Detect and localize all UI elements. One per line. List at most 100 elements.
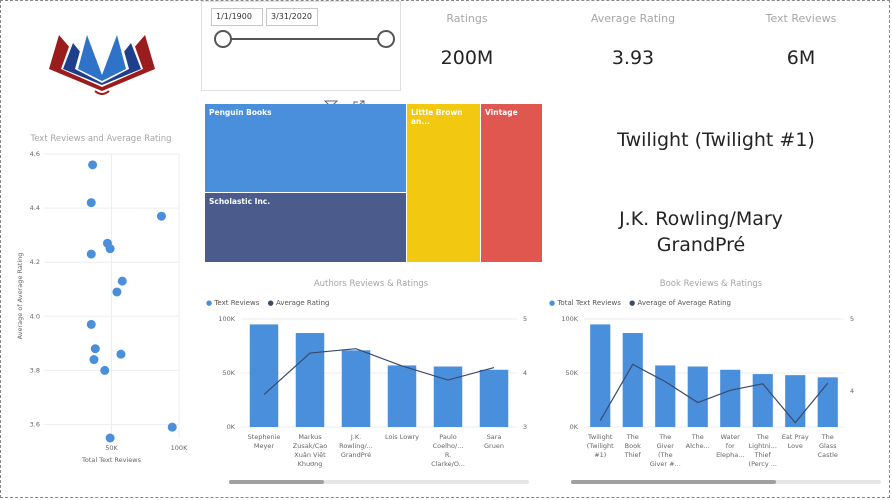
scatter-point	[105, 244, 115, 254]
y-left-tick: 50K	[565, 369, 578, 377]
legend-series-line: Average Rating	[275, 299, 330, 307]
scatter-point	[117, 276, 127, 286]
treemap-tile-label: Penguin Books	[209, 108, 272, 117]
date-range-track[interactable]	[222, 38, 386, 40]
chart-bar	[720, 369, 741, 427]
chart-bar	[341, 350, 371, 427]
kpi-ratings-value: 200M	[440, 47, 494, 69]
scatter-point	[90, 344, 100, 354]
scatter-point	[156, 211, 166, 221]
chart-bar	[387, 365, 417, 427]
chart-bar	[687, 366, 708, 427]
scatter-x-tick: 100K	[171, 444, 188, 452]
x-category-tick: Paulo Coelho/... R. Clarke/O...	[431, 433, 465, 468]
scatter-point	[112, 287, 122, 297]
scatter-x-axis-title: Total Text Reviews	[81, 456, 142, 464]
legend-series-line: Average of Average Rating	[637, 299, 731, 307]
top-author-name: J.K. Rowling/Mary GrandPré	[619, 208, 783, 256]
y-right-tick: 5	[850, 315, 854, 323]
scatter-point	[116, 349, 126, 359]
scatter-x-tick: 50K	[105, 444, 118, 452]
kpi-average-rating-value: 3.93	[611, 47, 655, 69]
chart-bar	[622, 333, 643, 427]
kpi-text-reviews-label: Text Reviews	[765, 12, 837, 25]
books-chart-title: Book Reviews & Ratings	[659, 279, 763, 289]
y-left-tick: 100K	[218, 315, 235, 323]
end-date-input[interactable]: 3/31/2020	[266, 8, 318, 26]
y-left-tick: 100K	[561, 315, 578, 323]
x-category-tick: Water for Elepha...	[716, 433, 744, 459]
scatter-point	[86, 198, 96, 208]
scatter-point	[100, 365, 110, 375]
scatter-chart[interactable]: 3.6 3.8 4.0 4.2 4.4 4.6 50K 100K Total Text Revi…	[6, 146, 191, 491]
x-category-tick: The Alche...	[686, 433, 710, 450]
scatter-point	[88, 160, 98, 170]
books-chart-legend: ● Total Text Reviews ● Average of Averag…	[549, 299, 731, 307]
end-date-handle[interactable]	[377, 30, 395, 48]
start-date-handle[interactable]	[214, 30, 232, 48]
authors-chart-title: Authors Reviews & Ratings	[313, 279, 429, 289]
scatter-y-tick: 3.6	[30, 420, 40, 428]
x-category-tick: Markus Zusak/Cao Xuân Việt Khương	[293, 433, 327, 468]
scatter-point	[105, 433, 115, 443]
y-left-tick: 50K	[222, 369, 235, 377]
authors-chart-scrollbar[interactable]	[229, 480, 529, 484]
scatter-y-tick: 4.0	[30, 312, 40, 320]
y-right-tick: 5	[523, 315, 527, 323]
treemap-tile-penguin[interactable]: Penguin Books	[205, 104, 407, 193]
treemap-tile-vintage[interactable]: Vintage	[481, 104, 542, 262]
chart-bar	[752, 374, 773, 427]
scatter-y-tick: 4.2	[30, 258, 40, 266]
scatter-y-tick: 4.6	[30, 150, 40, 158]
kpi-text-reviews-value: 6M	[786, 47, 816, 69]
publisher-treemap[interactable]: Penguin Books Scholastic Inc. Little Bro…	[205, 104, 542, 262]
kpi-ratings-label: Ratings	[446, 12, 488, 25]
y-left-tick: 0K	[570, 423, 579, 431]
x-category-tick: The Lightni... Thief (Percy ...	[749, 433, 777, 468]
y-right-tick: 4	[850, 387, 854, 395]
authors-chart-legend: ● Text Reviews ● Average Rating	[206, 299, 330, 307]
chart-bar	[295, 333, 325, 427]
treemap-tile-scholastic[interactable]: Scholastic Inc.	[205, 193, 407, 262]
y-right-tick: 3	[523, 423, 527, 431]
kpi-average-rating-label: Average Rating	[590, 12, 676, 25]
authors-combo-chart[interactable]: 0K 50K 100K 3 4 5 Stephenie Meyer Markus Zusak/Ca…	[201, 309, 546, 479]
x-category-tick: Lois Lowry	[385, 433, 419, 441]
chart-bar	[479, 369, 509, 427]
scatter-y-tick: 3.8	[30, 366, 40, 374]
start-date-input[interactable]: 1/1/1900	[211, 8, 263, 26]
legend-series-bars: Total Text Reviews	[557, 299, 621, 307]
scatter-y-axis-title: Average of Average Rating	[16, 253, 24, 340]
scatter-point	[86, 249, 96, 259]
legend-series-bars: Text Reviews	[214, 299, 260, 307]
book-logo-icon	[43, 25, 161, 95]
report-canvas: 1/1/1900 3/31/2020 Ratings 200M Average …	[0, 0, 890, 498]
scrollbar-thumb[interactable]	[571, 480, 776, 484]
scatter-point	[86, 319, 96, 329]
x-category-tick: Sara Gruen	[484, 433, 504, 450]
more-options-icon[interactable]	[378, 96, 392, 109]
books-chart-scrollbar[interactable]	[571, 480, 881, 484]
scatter-y-tick: 4.4	[30, 204, 40, 212]
chart-bar	[785, 375, 806, 427]
treemap-tile-label: Little Brown an...	[411, 108, 463, 126]
chart-bar	[655, 365, 676, 427]
treemap-tile-label: Scholastic Inc.	[209, 197, 271, 206]
chart-bar	[249, 324, 279, 427]
x-category-tick: Eat Pray Love	[782, 433, 809, 450]
scrollbar-thumb[interactable]	[229, 480, 324, 484]
x-category-tick: Twilight (Twilight #1)	[587, 433, 614, 459]
y-left-tick: 0K	[227, 423, 236, 431]
chart-bar	[817, 377, 838, 427]
books-combo-chart[interactable]: 0K 50K 100K 4 5 Twilight (Twilight #1) The Book Th…	[544, 309, 889, 479]
scatter-point	[167, 422, 177, 432]
treemap-tile-little-brown[interactable]: Little Brown an...	[407, 104, 481, 262]
treemap-tile-label: Vintage	[485, 108, 518, 117]
x-category-tick: The Glass Castle	[818, 433, 838, 459]
scatter-point	[89, 355, 99, 365]
top-book-title: Twilight (Twilight #1)	[617, 129, 815, 151]
x-category-tick: J.K. Rowling/... GrandPré	[339, 433, 373, 459]
x-category-tick: The Book Thief	[624, 433, 642, 459]
scatter-title: Text Reviews and Average Rating	[30, 134, 172, 144]
date-slicer[interactable]: 1/1/1900 3/31/2020	[201, 1, 401, 91]
